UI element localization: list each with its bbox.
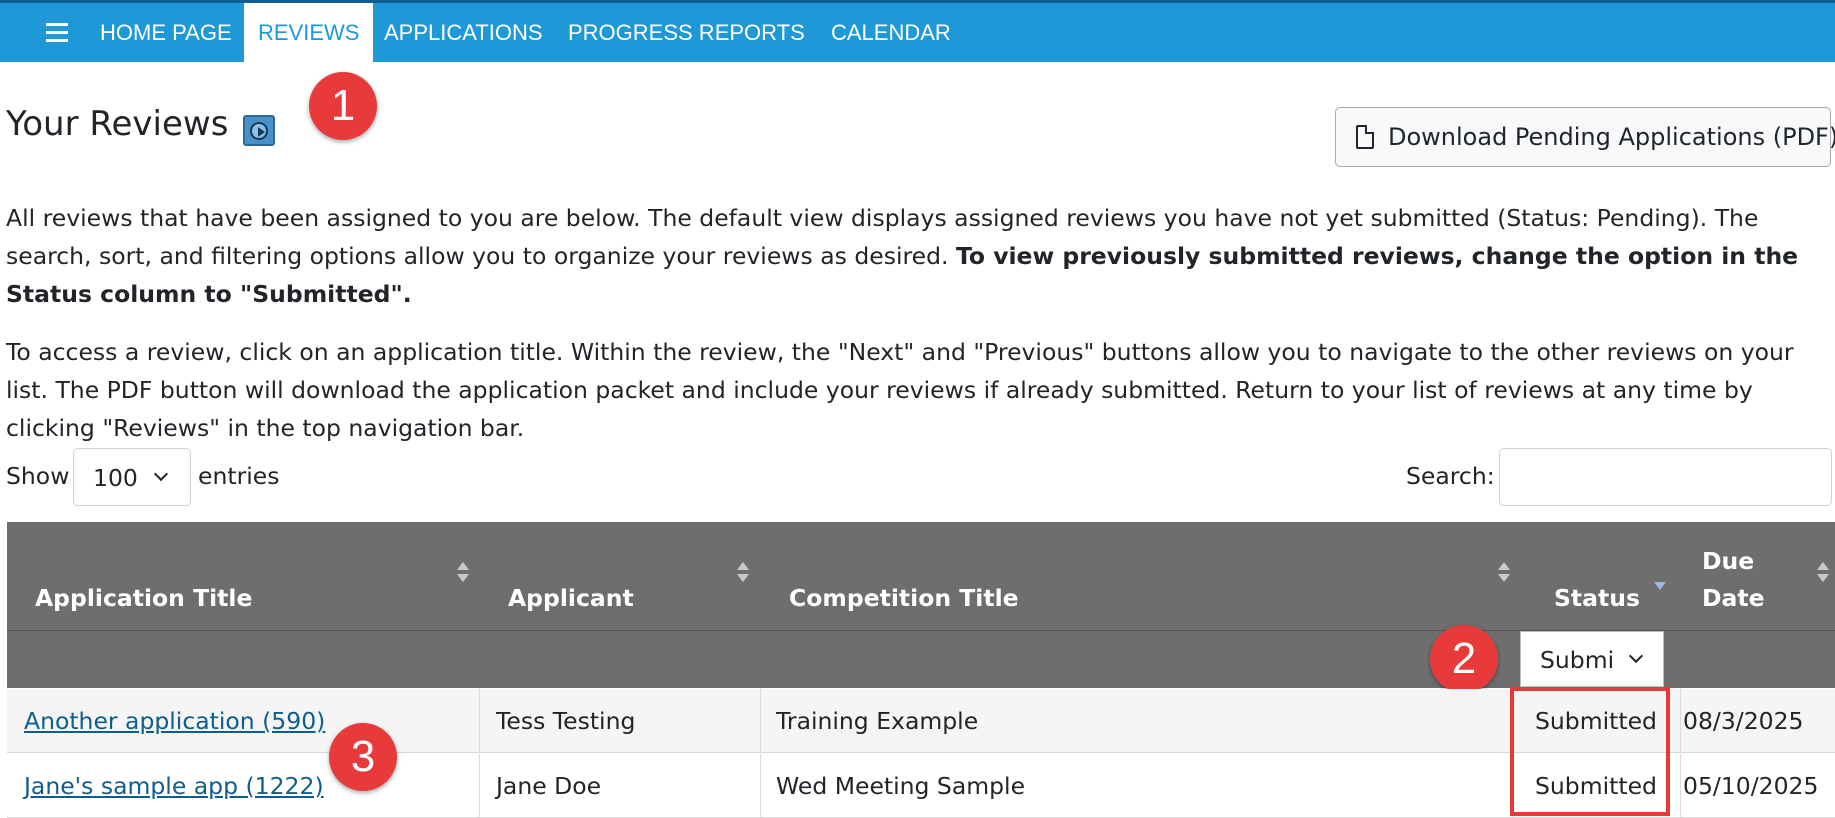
status-filter-select[interactable]: Submi <box>1520 631 1664 687</box>
chevron-down-icon <box>153 466 169 482</box>
sort-icon <box>1498 562 1510 584</box>
sort-icon <box>1817 562 1829 584</box>
top-navbar: HOME PAGE REVIEWS APPLICATIONS PROGRESS … <box>0 0 1835 62</box>
col-header-label: Applicant <box>508 584 634 612</box>
sort-icon <box>737 562 749 584</box>
nav-calendar[interactable]: CALENDAR <box>831 3 951 62</box>
annotation-marker-3: 3 <box>329 723 397 791</box>
applicant-cell: Jane Doe <box>496 772 602 800</box>
status-filter-value: Submi <box>1540 646 1615 674</box>
nav-applications[interactable]: APPLICATIONS <box>384 3 543 62</box>
application-title-link[interactable]: Jane's sample app (1222) <box>24 754 324 818</box>
chevron-down-icon <box>1628 648 1644 664</box>
col-header-label: Competition Title <box>789 584 1019 612</box>
entries-per-page-select[interactable]: 100 <box>73 448 191 506</box>
sort-icon <box>457 562 469 584</box>
status-highlight-box <box>1510 687 1670 816</box>
nav-reviews[interactable]: REVIEWS <box>244 3 374 62</box>
download-pending-pdf-button[interactable]: Download Pending Applications (PDF) <box>1335 107 1835 167</box>
sort-desc-icon <box>1654 570 1666 592</box>
show-label: Show <box>6 462 70 490</box>
table-header: Application Title Applicant Competition … <box>7 522 1835 630</box>
competition-title-cell: Wed Meeting Sample <box>776 772 1026 800</box>
search-label: Search: <box>1406 462 1495 490</box>
intro-paragraph-2: To access a review, click on an applicat… <box>6 338 1794 442</box>
application-title-link[interactable]: Another application (590) <box>24 689 325 753</box>
col-header-label: Application Title <box>35 584 253 612</box>
col-application-title[interactable]: Application Title <box>7 522 479 630</box>
entries-label: entries <box>198 462 280 490</box>
annotation-marker-2: 2 <box>1430 625 1498 693</box>
due-date-cell: 08/3/2025 <box>1683 707 1804 735</box>
video-tutorial-icon[interactable] <box>243 115 275 146</box>
nav-home[interactable]: HOME PAGE <box>100 3 232 62</box>
entries-value: 100 <box>93 464 138 492</box>
due-date-cell: 05/10/2025 <box>1683 772 1819 800</box>
intro-paragraph-1: All reviews that have been assigned to y… <box>6 199 1835 313</box>
competition-title-cell: Training Example <box>776 707 979 735</box>
annotation-marker-1: 1 <box>309 72 377 140</box>
nav-progress-reports[interactable]: PROGRESS REPORTS <box>568 3 805 62</box>
col-header-label: Date <box>1702 584 1765 612</box>
page-title: Your Reviews <box>6 104 229 144</box>
search-input[interactable] <box>1499 448 1832 506</box>
col-competition-title[interactable]: Competition Title <box>761 522 1513 630</box>
col-status[interactable]: Status <box>1514 522 1680 630</box>
col-applicant[interactable]: Applicant <box>480 522 760 630</box>
applicant-cell: Tess Testing <box>496 707 636 735</box>
col-header-label: Due <box>1702 547 1755 575</box>
download-button-label: Download Pending Applications (PDF) <box>1388 123 1835 151</box>
col-header-label: Status <box>1554 584 1640 612</box>
menu-icon[interactable] <box>46 23 72 43</box>
col-due-date[interactable]: Due Date <box>1681 522 1835 630</box>
file-icon <box>1356 125 1374 149</box>
